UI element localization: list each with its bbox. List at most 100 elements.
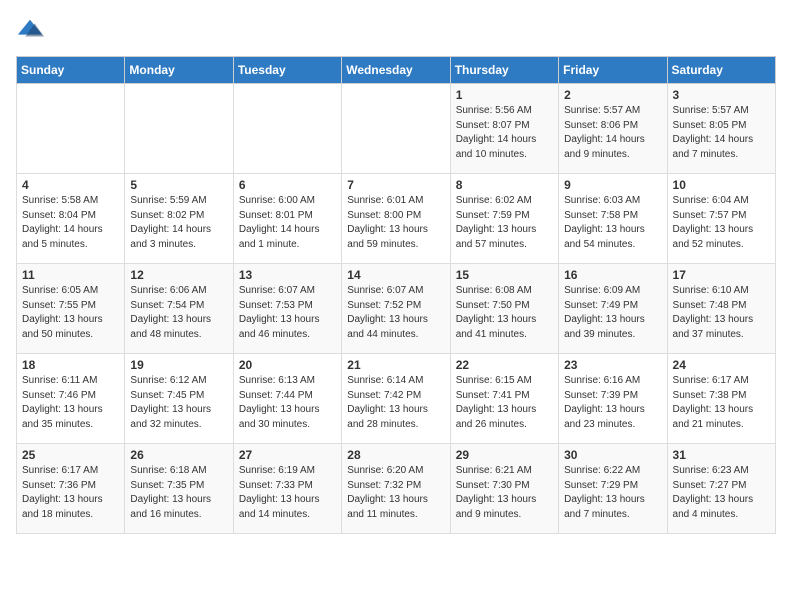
day-info: Sunrise: 6:18 AM Sunset: 7:35 PM Dayligh… [130,464,227,522]
day-info: Sunrise: 5:56 AM Sunset: 8:07 PM Dayligh… [456,104,553,162]
day-number: 13 [239,268,336,282]
weekday-header: Sunday [17,57,125,84]
day-info: Sunrise: 6:07 AM Sunset: 7:52 PM Dayligh… [347,284,444,342]
weekday-header: Saturday [667,57,775,84]
calendar-cell [17,84,125,174]
calendar-cell: 1 Sunrise: 5:56 AM Sunset: 8:07 PM Daylig… [450,84,558,174]
day-number: 18 [22,358,119,372]
weekday-header: Monday [125,57,233,84]
day-number: 17 [673,268,770,282]
day-info: Sunrise: 5:57 AM Sunset: 8:06 PM Dayligh… [564,104,661,162]
calendar-cell: 4 Sunrise: 5:58 AM Sunset: 8:04 PM Daylig… [17,174,125,264]
calendar-cell: 17 Sunrise: 6:10 AM Sunset: 7:48 PM Dayli… [667,264,775,354]
day-number: 23 [564,358,661,372]
day-info: Sunrise: 6:05 AM Sunset: 7:55 PM Dayligh… [22,284,119,342]
calendar-cell: 22 Sunrise: 6:15 AM Sunset: 7:41 PM Dayli… [450,354,558,444]
calendar-cell: 26 Sunrise: 6:18 AM Sunset: 7:35 PM Dayli… [125,444,233,534]
calendar-cell: 27 Sunrise: 6:19 AM Sunset: 7:33 PM Dayli… [233,444,341,534]
calendar-cell: 28 Sunrise: 6:20 AM Sunset: 7:32 PM Dayli… [342,444,450,534]
calendar-cell: 14 Sunrise: 6:07 AM Sunset: 7:52 PM Dayli… [342,264,450,354]
day-info: Sunrise: 6:10 AM Sunset: 7:48 PM Dayligh… [673,284,770,342]
day-info: Sunrise: 6:17 AM Sunset: 7:38 PM Dayligh… [673,374,770,432]
calendar-cell: 2 Sunrise: 5:57 AM Sunset: 8:06 PM Daylig… [559,84,667,174]
day-number: 5 [130,178,227,192]
day-number: 19 [130,358,227,372]
calendar-cell: 31 Sunrise: 6:23 AM Sunset: 7:27 PM Dayli… [667,444,775,534]
day-info: Sunrise: 6:22 AM Sunset: 7:29 PM Dayligh… [564,464,661,522]
day-number: 14 [347,268,444,282]
weekday-header: Thursday [450,57,558,84]
calendar-cell: 3 Sunrise: 5:57 AM Sunset: 8:05 PM Daylig… [667,84,775,174]
logo [16,16,48,44]
day-info: Sunrise: 6:13 AM Sunset: 7:44 PM Dayligh… [239,374,336,432]
day-info: Sunrise: 6:19 AM Sunset: 7:33 PM Dayligh… [239,464,336,522]
calendar-cell: 25Sunrise: 6:17 AM Sunset: 7:36 PM Dayli… [17,444,125,534]
day-number: 22 [456,358,553,372]
calendar-cell: 16Sunrise: 6:09 AM Sunset: 7:49 PM Dayli… [559,264,667,354]
day-number: 24 [673,358,770,372]
day-number: 11 [22,268,119,282]
day-info: Sunrise: 6:20 AM Sunset: 7:32 PM Dayligh… [347,464,444,522]
day-number: 28 [347,448,444,462]
day-number: 12 [130,268,227,282]
day-number: 7 [347,178,444,192]
calendar-week-row: 18 Sunrise: 6:11 AM Sunset: 7:46 PM Dayli… [17,354,776,444]
calendar-cell [233,84,341,174]
day-number: 21 [347,358,444,372]
calendar-week-row: 11 Sunrise: 6:05 AM Sunset: 7:55 PM Dayli… [17,264,776,354]
day-number: 30 [564,448,661,462]
calendar-header-row: SundayMondayTuesdayWednesdayThursdayFrid… [17,57,776,84]
calendar-cell: 19Sunrise: 6:12 AM Sunset: 7:45 PM Dayli… [125,354,233,444]
day-number: 2 [564,88,661,102]
calendar-cell: 29Sunrise: 6:21 AM Sunset: 7:30 PM Dayli… [450,444,558,534]
calendar-cell: 11 Sunrise: 6:05 AM Sunset: 7:55 PM Dayli… [17,264,125,354]
calendar-table: SundayMondayTuesdayWednesdayThursdayFrid… [16,56,776,534]
day-info: Sunrise: 6:08 AM Sunset: 7:50 PM Dayligh… [456,284,553,342]
calendar-cell: 13 Sunrise: 6:07 AM Sunset: 7:53 PM Dayli… [233,264,341,354]
day-info: Sunrise: 6:15 AM Sunset: 7:41 PM Dayligh… [456,374,553,432]
logo-icon [16,16,44,44]
day-info: Sunrise: 6:23 AM Sunset: 7:27 PM Dayligh… [673,464,770,522]
day-number: 31 [673,448,770,462]
calendar-cell: 15 Sunrise: 6:08 AM Sunset: 7:50 PM Dayli… [450,264,558,354]
day-number: 29 [456,448,553,462]
calendar-cell: 30 Sunrise: 6:22 AM Sunset: 7:29 PM Dayli… [559,444,667,534]
calendar-cell: 20Sunrise: 6:13 AM Sunset: 7:44 PM Dayli… [233,354,341,444]
weekday-header: Tuesday [233,57,341,84]
calendar-cell: 8 Sunrise: 6:02 AM Sunset: 7:59 PM Daylig… [450,174,558,264]
calendar-week-row: 4 Sunrise: 5:58 AM Sunset: 8:04 PM Daylig… [17,174,776,264]
day-number: 26 [130,448,227,462]
day-info: Sunrise: 6:01 AM Sunset: 8:00 PM Dayligh… [347,194,444,252]
weekday-header: Friday [559,57,667,84]
day-info: Sunrise: 6:06 AM Sunset: 7:54 PM Dayligh… [130,284,227,342]
day-info: Sunrise: 6:14 AM Sunset: 7:42 PM Dayligh… [347,374,444,432]
day-number: 1 [456,88,553,102]
calendar-cell: 10Sunrise: 6:04 AM Sunset: 7:57 PM Dayli… [667,174,775,264]
calendar-cell: 5 Sunrise: 5:59 AM Sunset: 8:02 PM Daylig… [125,174,233,264]
day-info: Sunrise: 6:11 AM Sunset: 7:46 PM Dayligh… [22,374,119,432]
day-info: Sunrise: 5:57 AM Sunset: 8:05 PM Dayligh… [673,104,770,162]
day-info: Sunrise: 6:17 AM Sunset: 7:36 PM Dayligh… [22,464,119,522]
calendar-cell [125,84,233,174]
day-info: Sunrise: 6:16 AM Sunset: 7:39 PM Dayligh… [564,374,661,432]
day-info: Sunrise: 6:07 AM Sunset: 7:53 PM Dayligh… [239,284,336,342]
calendar-cell: 21 Sunrise: 6:14 AM Sunset: 7:42 PM Dayli… [342,354,450,444]
day-number: 27 [239,448,336,462]
day-info: Sunrise: 6:03 AM Sunset: 7:58 PM Dayligh… [564,194,661,252]
weekday-header: Wednesday [342,57,450,84]
day-number: 4 [22,178,119,192]
calendar-cell: 24 Sunrise: 6:17 AM Sunset: 7:38 PM Dayli… [667,354,775,444]
day-info: Sunrise: 6:02 AM Sunset: 7:59 PM Dayligh… [456,194,553,252]
day-number: 3 [673,88,770,102]
day-number: 15 [456,268,553,282]
calendar-cell: 6Sunrise: 6:00 AM Sunset: 8:01 PM Daylig… [233,174,341,264]
calendar-cell: 23 Sunrise: 6:16 AM Sunset: 7:39 PM Dayli… [559,354,667,444]
page-header [16,16,776,44]
day-number: 9 [564,178,661,192]
day-number: 8 [456,178,553,192]
day-info: Sunrise: 5:58 AM Sunset: 8:04 PM Dayligh… [22,194,119,252]
day-info: Sunrise: 5:59 AM Sunset: 8:02 PM Dayligh… [130,194,227,252]
day-info: Sunrise: 6:00 AM Sunset: 8:01 PM Dayligh… [239,194,336,252]
calendar-cell: 12 Sunrise: 6:06 AM Sunset: 7:54 PM Dayli… [125,264,233,354]
calendar-week-row: 25Sunrise: 6:17 AM Sunset: 7:36 PM Dayli… [17,444,776,534]
